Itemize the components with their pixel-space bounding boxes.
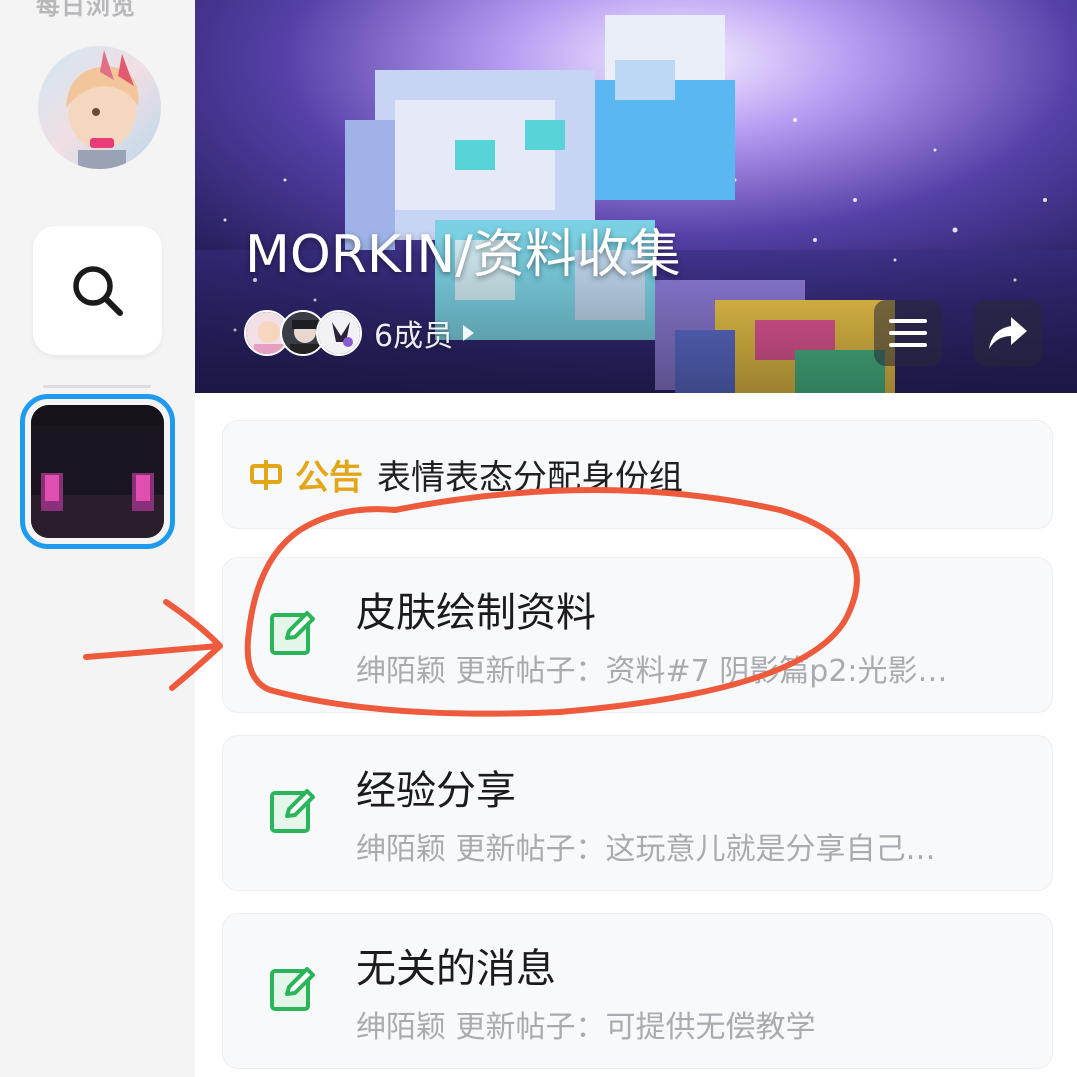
channel-menu-button[interactable] xyxy=(874,300,942,366)
channel-name: 无关的消息 xyxy=(356,946,556,992)
share-arrow-icon xyxy=(989,317,1027,349)
channel-preview: 绅陌颖 更新帖子：可提供无偿教学 xyxy=(356,1010,816,1045)
member-avatar xyxy=(316,310,362,356)
server-icon-selected[interactable] xyxy=(20,394,175,549)
edit-note-icon xyxy=(270,789,315,833)
search-button[interactable] xyxy=(33,226,162,355)
member-count: 6成员 xyxy=(374,319,454,354)
channel-title: MORKIN/资料收集 xyxy=(245,225,681,285)
announcement-label: 公告 xyxy=(295,458,363,498)
sidebar-divider xyxy=(43,385,151,388)
channel-item[interactable]: 经验分享 绅陌颖 更新帖子：这玩意儿就是分享自己… xyxy=(222,735,1053,891)
member-list-button[interactable]: 6成员 xyxy=(244,307,475,359)
share-button[interactable] xyxy=(974,300,1042,366)
channel-name: 皮肤绘制资料 xyxy=(356,590,596,636)
hamburger-menu-icon xyxy=(889,319,927,347)
announcement-bar[interactable]: 公告 表情表态分配身份组 xyxy=(222,420,1053,529)
channel-name: 经验分享 xyxy=(356,768,516,814)
announcement-text: 表情表态分配身份组 xyxy=(377,458,683,498)
channel-list: 公告 表情表态分配身份组 皮肤绘制资料 绅陌颖 更新帖子：资料#7 阴影篇p2:… xyxy=(195,393,1077,1077)
edit-note-icon xyxy=(270,967,315,1011)
enderman-face-icon xyxy=(31,405,164,538)
app-root: 每日浏览 MORKIN/资料收集 6成员 公告 表情表态分配身份组 皮肤绘制资料… xyxy=(0,0,1077,1077)
channel-item[interactable]: 皮肤绘制资料 绅陌颖 更新帖子：资料#7 阴影篇p2:光影… xyxy=(222,557,1053,713)
channel-preview: 绅陌颖 更新帖子：资料#7 阴影篇p2:光影… xyxy=(356,654,948,689)
channel-banner: MORKIN/资料收集 6成员 xyxy=(195,0,1077,393)
server-sidebar: 每日浏览 xyxy=(0,0,195,1077)
chevron-right-icon xyxy=(463,325,475,341)
notice-icon xyxy=(250,459,282,490)
search-icon xyxy=(72,265,123,316)
user-avatar[interactable] xyxy=(38,46,161,169)
sidebar-top-label: 每日浏览 xyxy=(36,0,136,20)
edit-note-icon xyxy=(270,611,315,655)
channel-item[interactable]: 无关的消息 绅陌颖 更新帖子：可提供无偿教学 xyxy=(222,913,1053,1069)
channel-preview: 绅陌颖 更新帖子：这玩意儿就是分享自己… xyxy=(356,832,936,867)
